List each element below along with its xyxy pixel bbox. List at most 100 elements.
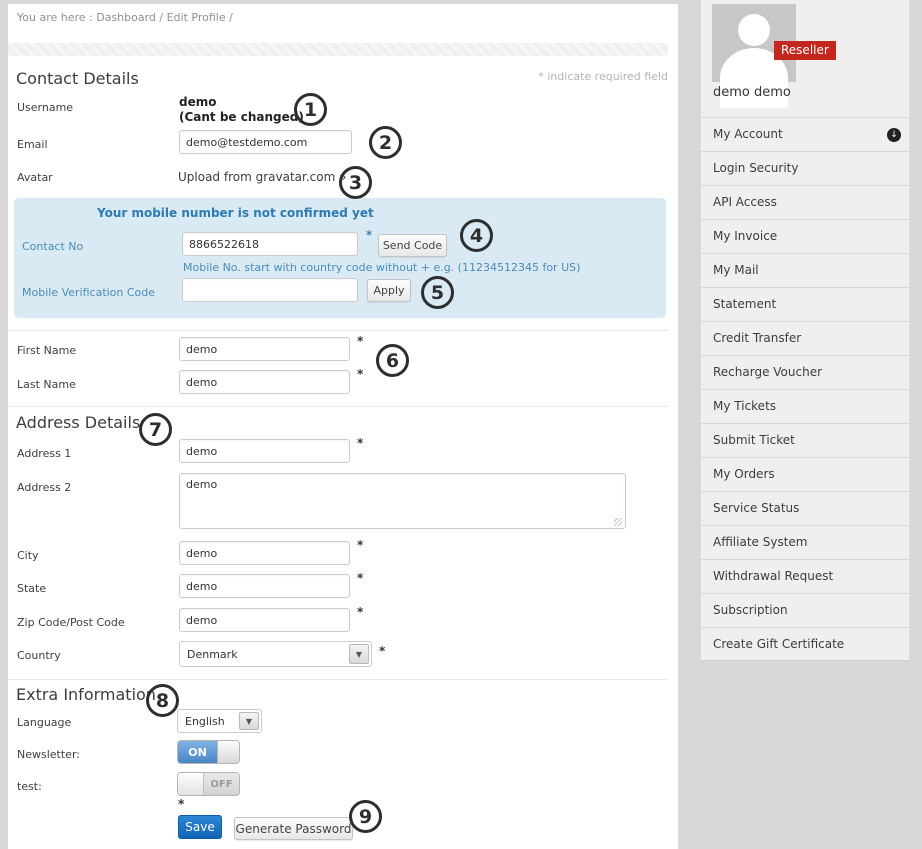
required-field-note: * indicate required field: [538, 70, 668, 83]
sidebar-item-service-status[interactable]: Service Status: [700, 491, 910, 525]
username-label: Username: [17, 101, 73, 114]
sidebar-item-withdrawal-request[interactable]: Withdrawal Request: [700, 559, 910, 593]
sidebar-item-label: API Access: [713, 195, 777, 209]
annotation-3: 3: [339, 166, 372, 199]
first-name-field[interactable]: [179, 337, 350, 361]
avatar-person-icon: [738, 14, 770, 46]
annotation-6: 6: [376, 344, 409, 377]
state-label: State: [17, 582, 46, 595]
language-select[interactable]: English ▼: [177, 709, 262, 733]
sidebar-item-label: Credit Transfer: [713, 331, 801, 345]
newsletter-toggle[interactable]: ON: [177, 740, 240, 764]
city-required-marker: *: [357, 538, 363, 552]
sidebar-item-recharge-voucher[interactable]: Recharge Voucher: [700, 355, 910, 389]
breadcrumb[interactable]: You are here : Dashboard / Edit Profile …: [17, 11, 233, 24]
contact-no-required-marker: *: [366, 228, 372, 242]
verification-code-field[interactable]: [182, 278, 358, 302]
sidebar-item-label: Subscription: [713, 603, 788, 617]
sidebar-item-label: My Invoice: [713, 229, 777, 243]
zip-field[interactable]: [179, 608, 350, 632]
state-required-marker: *: [357, 571, 363, 585]
contact-details-heading: Contact Details: [16, 69, 139, 88]
email-field[interactable]: [179, 130, 352, 154]
sidebar-menu: My Account ↓ Login Security API Access M…: [700, 117, 910, 661]
country-label: Country: [17, 649, 61, 662]
test-toggle[interactable]: OFF: [177, 772, 240, 796]
sidebar-item-label: Submit Ticket: [713, 433, 795, 447]
annotation-4: 4: [460, 219, 493, 252]
last-name-required-marker: *: [357, 367, 363, 381]
contact-no-field[interactable]: [182, 232, 358, 256]
sidebar-item-label: Withdrawal Request: [713, 569, 833, 583]
annotation-5: 5: [421, 276, 454, 309]
sidebar-item-my-tickets[interactable]: My Tickets: [700, 389, 910, 423]
sidebar-item-my-account[interactable]: My Account ↓: [700, 117, 910, 151]
mobile-helper-text: Mobile No. start with country code witho…: [183, 261, 580, 274]
sidebar-item-api-access[interactable]: API Access: [700, 185, 910, 219]
zip-required-marker: *: [357, 605, 363, 619]
annotation-1: 1: [294, 93, 327, 126]
divider: [8, 406, 668, 407]
divider: [8, 330, 668, 331]
extra-information-heading: Extra Information: [16, 685, 156, 704]
sidebar-item-create-gift-certificate[interactable]: Create Gift Certificate: [700, 627, 910, 661]
address1-required-marker: *: [357, 436, 363, 450]
down-arrow-circle-icon[interactable]: ↓: [887, 128, 901, 142]
sidebar-item-credit-transfer[interactable]: Credit Transfer: [700, 321, 910, 355]
sidebar-item-my-mail[interactable]: My Mail: [700, 253, 910, 287]
country-select-value: Denmark: [187, 648, 238, 661]
sidebar-item-statement[interactable]: Statement: [700, 287, 910, 321]
newsletter-label: Newsletter:: [17, 748, 80, 761]
contact-no-label: Contact No: [22, 240, 83, 253]
sidebar-item-my-invoice[interactable]: My Invoice: [700, 219, 910, 253]
sidebar-item-label: Affiliate System: [713, 535, 807, 549]
address2-label: Address 2: [17, 481, 71, 494]
sidebar-item-submit-ticket[interactable]: Submit Ticket: [700, 423, 910, 457]
chevron-down-icon: ▼: [349, 644, 369, 664]
annotation-8: 8: [146, 684, 179, 717]
country-select[interactable]: Denmark ▼: [179, 641, 372, 667]
annotation-2: 2: [369, 126, 402, 159]
annotation-7: 7: [139, 413, 172, 446]
toggle-knob: [178, 773, 204, 795]
sidebar-item-label: Create Gift Certificate: [713, 637, 844, 651]
textarea-resize-grip[interactable]: [614, 518, 622, 526]
sidebar-item-label: Statement: [713, 297, 776, 311]
city-label: City: [17, 549, 39, 562]
generate-password-button[interactable]: Generate Password: [234, 817, 353, 840]
decorative-stripe-bar: [8, 43, 668, 56]
first-name-required-marker: *: [357, 334, 363, 348]
toggle-on-label: ON: [178, 741, 217, 763]
sidebar-item-my-orders[interactable]: My Orders: [700, 457, 910, 491]
divider: [8, 679, 668, 680]
address1-field[interactable]: [179, 439, 350, 463]
gravatar-upload-link[interactable]: Upload from gravatar.com »: [178, 170, 346, 184]
toggle-knob: [217, 741, 239, 763]
country-required-marker: *: [379, 644, 385, 658]
toggle-off-label: OFF: [204, 773, 239, 795]
sidebar-item-affiliate-system[interactable]: Affiliate System: [700, 525, 910, 559]
avatar-label: Avatar: [17, 171, 53, 184]
sidebar-item-login-security[interactable]: Login Security: [700, 151, 910, 185]
username-note: (Cant be changed): [179, 110, 304, 124]
mobile-confirmation-box: Your mobile number is not confirmed yet …: [14, 198, 666, 318]
first-name-label: First Name: [17, 344, 76, 357]
address-details-heading: Address Details: [16, 413, 140, 432]
save-button[interactable]: Save: [178, 815, 222, 839]
mobile-box-title: Your mobile number is not confirmed yet: [97, 206, 374, 220]
verification-code-label: Mobile Verification Code: [22, 286, 155, 299]
language-select-value: English: [185, 715, 225, 728]
sidebar-user-name: demo demo: [713, 85, 791, 100]
last-name-field[interactable]: [179, 370, 350, 394]
send-code-button[interactable]: Send Code: [378, 234, 447, 257]
address2-field[interactable]: demo: [179, 473, 626, 529]
zip-label: Zip Code/Post Code: [17, 616, 125, 629]
test-required-marker: *: [178, 797, 184, 811]
sidebar-item-label: My Orders: [713, 467, 775, 481]
sidebar-item-subscription[interactable]: Subscription: [700, 593, 910, 627]
state-field[interactable]: [179, 574, 350, 598]
sidebar-item-label: Service Status: [713, 501, 799, 515]
apply-button[interactable]: Apply: [367, 279, 411, 302]
city-field[interactable]: [179, 541, 350, 565]
annotation-9: 9: [349, 800, 382, 833]
